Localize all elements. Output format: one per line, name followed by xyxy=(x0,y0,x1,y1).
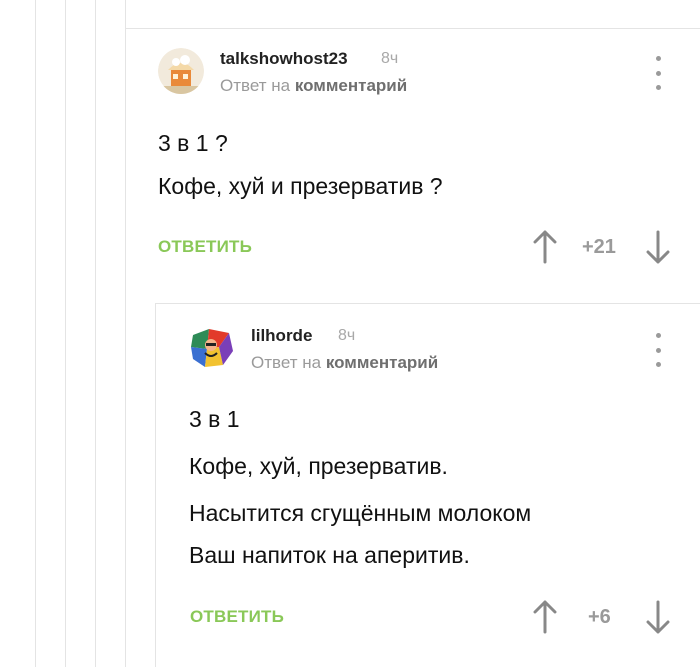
avatar-image xyxy=(189,325,235,371)
comment-text-line: Ваш напиток на аперитив. xyxy=(189,542,470,568)
reply-button[interactable]: ОТВЕТИТЬ xyxy=(190,607,284,627)
comment-text-line: Насытится сгущённым молоком xyxy=(189,500,532,526)
arrow-up-icon[interactable] xyxy=(532,600,558,634)
timestamp: 8ч xyxy=(338,327,356,344)
more-vertical-icon[interactable] xyxy=(648,333,668,367)
arrow-down-icon[interactable] xyxy=(645,600,671,634)
username[interactable]: lilhorde xyxy=(251,326,312,346)
comment-lilhorde: lilhorde 8ч Ответ на комментарий 3 в 1 К… xyxy=(0,0,700,667)
avatar[interactable] xyxy=(189,325,235,371)
comment-text-line: Кофе, хуй, презерватив. xyxy=(189,453,448,479)
vote-score: +6 xyxy=(588,606,611,628)
parent-comment-link[interactable]: комментарий xyxy=(326,353,438,372)
reply-to: Ответ на комментарий xyxy=(251,353,438,373)
reply-prefix: Ответ на xyxy=(251,353,322,372)
comment-text-line: 3 в 1 xyxy=(189,406,240,432)
